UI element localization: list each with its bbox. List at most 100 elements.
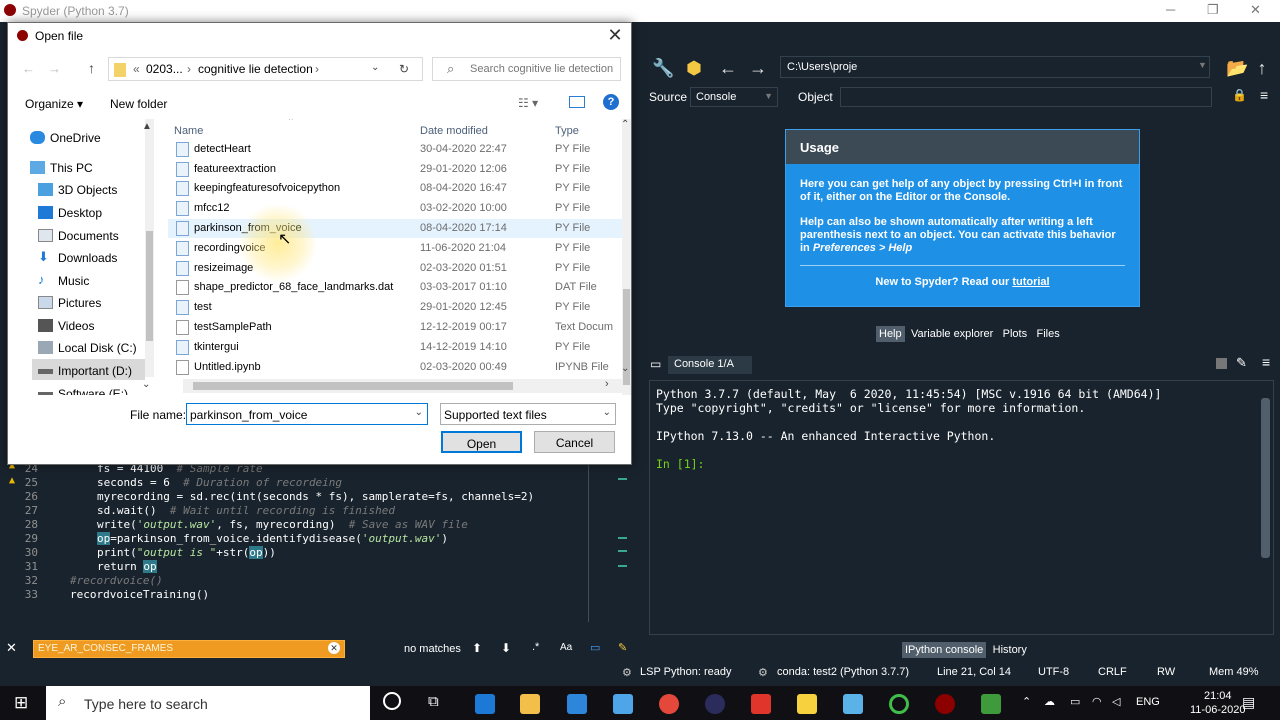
- tab-variable-explorer[interactable]: Variable explorer: [908, 326, 996, 342]
- tray-up-icon[interactable]: ⌃: [1022, 695, 1031, 708]
- dialog-close-button[interactable]: ✕: [605, 25, 625, 45]
- find-previous-icon[interactable]: ⬆: [472, 641, 482, 655]
- object-field[interactable]: [840, 87, 1212, 107]
- wrench-icon[interactable]: 🔧: [652, 58, 674, 78]
- chevron-down-icon[interactable]: ▼: [1198, 60, 1207, 70]
- regex-icon[interactable]: .*: [532, 641, 539, 653]
- close-icon[interactable]: ✕: [6, 640, 17, 656]
- lock-icon[interactable]: 🔒: [1232, 88, 1247, 102]
- chevron-down-icon[interactable]: ⌄: [415, 407, 423, 418]
- eclipse-icon[interactable]: [705, 694, 725, 714]
- file-row[interactable]: testSamplePath 12-12-2019 00:17 Text Docum: [168, 318, 624, 337]
- column-type[interactable]: Type: [555, 125, 579, 137]
- notification-icon[interactable]: ▤: [1242, 694, 1255, 711]
- up-arrow-icon[interactable]: ↑: [1252, 58, 1272, 78]
- breadcrumb-item[interactable]: cognitive lie detection: [198, 62, 313, 76]
- nav-item-local-disk-c[interactable]: Local Disk (C:): [38, 341, 137, 355]
- refresh-icon[interactable]: ↻: [399, 62, 409, 76]
- windows-start-icon[interactable]: ⊞: [14, 693, 28, 713]
- volume-icon[interactable]: ◁: [1112, 695, 1120, 708]
- chevron-down-icon[interactable]: ⌄: [371, 62, 379, 73]
- cancel-button[interactable]: Cancel: [534, 431, 615, 453]
- view-options-icon[interactable]: ☷ ▾: [518, 96, 538, 110]
- eraser-icon[interactable]: ✎: [1236, 355, 1247, 371]
- file-row[interactable]: featureextraction 29-01-2020 12:06 PY File: [168, 160, 624, 179]
- source-select[interactable]: Console ▼: [690, 87, 778, 107]
- case-sensitive-toggle[interactable]: Aa: [560, 642, 572, 653]
- preview-pane-icon[interactable]: [569, 96, 585, 108]
- tray-app-icon[interactable]: ☁: [1044, 695, 1055, 708]
- minimize-icon[interactable]: ─: [1166, 2, 1175, 17]
- scroll-up-icon[interactable]: ▲: [142, 121, 152, 132]
- file-name-input[interactable]: parkinson_from_voice ⌄: [186, 403, 428, 425]
- file-explorer-icon[interactable]: [520, 694, 540, 714]
- highlight-icon[interactable]: ✎: [618, 641, 627, 654]
- whole-word-icon[interactable]: ▭: [590, 641, 600, 654]
- help-icon[interactable]: ?: [603, 94, 619, 110]
- clear-icon[interactable]: ✕: [328, 642, 340, 654]
- task-view-icon[interactable]: ⧉: [428, 693, 439, 710]
- scroll-down-icon[interactable]: ⌄: [621, 363, 629, 374]
- tab-console[interactable]: Console 1/A: [668, 356, 752, 374]
- menu-icon[interactable]: ≡: [1262, 354, 1270, 370]
- nav-item-software-e[interactable]: Software (E:): [38, 387, 128, 395]
- file-list-h-scrollbar[interactable]: [183, 379, 623, 393]
- forward-icon[interactable]: →: [48, 61, 61, 76]
- taskbar-search[interactable]: ⌕ Type here to search: [46, 686, 370, 720]
- up-icon[interactable]: ↑: [88, 60, 95, 76]
- search-input[interactable]: ⌕ Search cognitive lie detection: [432, 57, 621, 81]
- nav-item-desktop[interactable]: Desktop: [38, 206, 102, 220]
- stop-icon[interactable]: [1216, 358, 1227, 369]
- scroll-down-icon[interactable]: ⌄: [142, 379, 150, 390]
- store-icon[interactable]: [567, 694, 587, 714]
- restore-icon[interactable]: ❐: [1207, 2, 1219, 18]
- breadcrumb-overflow[interactable]: «: [133, 62, 140, 76]
- language-indicator[interactable]: ENG: [1136, 696, 1160, 708]
- nav-item-this-pc[interactable]: This PC: [30, 161, 93, 175]
- tab-ipython-console[interactable]: IPython console: [902, 642, 987, 658]
- file-row[interactable]: Untitled.ipynb 02-03-2020 00:49 IPYNB File: [168, 358, 624, 377]
- chrome-icon[interactable]: [659, 694, 679, 714]
- folder-open-icon[interactable]: 📂: [1226, 58, 1248, 78]
- file-type-select[interactable]: Supported text files ⌄: [440, 403, 616, 425]
- console-scrollbar[interactable]: [1261, 398, 1270, 558]
- nav-item-music[interactable]: ♪ Music: [38, 272, 89, 288]
- close-icon[interactable]: ✕: [1250, 2, 1261, 18]
- tab-help[interactable]: Help: [876, 326, 905, 342]
- find-next-icon[interactable]: ⬇: [501, 641, 511, 655]
- console-output[interactable]: Python 3.7.7 (default, May 6 2020, 11:45…: [649, 380, 1274, 635]
- file-list-scrollbar[interactable]: [622, 119, 631, 395]
- file-row-hovered[interactable]: parkinson_from_voice 08-04-2020 17:14 PY F…: [168, 219, 624, 238]
- new-folder-button[interactable]: New folder: [110, 97, 167, 111]
- anydesk-icon[interactable]: [751, 694, 771, 714]
- nav-item-videos[interactable]: Videos: [38, 319, 94, 333]
- scroll-up-icon[interactable]: ⌃: [621, 119, 629, 130]
- refresh-app-icon[interactable]: [889, 694, 909, 714]
- find-input[interactable]: EYE_AR_CONSEC_FRAMES ✕: [33, 640, 345, 658]
- wifi-icon[interactable]: ◠: [1092, 695, 1102, 708]
- spyder-taskbar-icon[interactable]: [935, 694, 955, 714]
- tab-history[interactable]: History: [990, 642, 1030, 658]
- menu-icon[interactable]: ≡: [1260, 87, 1268, 103]
- column-name[interactable]: Name: [174, 125, 203, 137]
- python-icon[interactable]: ⬢: [684, 58, 704, 78]
- nav-item-3d-objects[interactable]: 3D Objects: [38, 183, 117, 197]
- notepad-icon[interactable]: [981, 694, 1001, 714]
- file-row[interactable]: mfcc12 03-02-2020 10:00 PY File: [168, 199, 624, 218]
- nav-item-downloads[interactable]: ⬇ Downloads: [38, 249, 117, 265]
- file-row[interactable]: tkintergui 14-12-2019 14:10 PY File: [168, 338, 624, 357]
- organize-button[interactable]: Organize ▾: [25, 97, 83, 111]
- nav-item-onedrive[interactable]: OneDrive: [30, 131, 101, 145]
- file-row[interactable]: keepingfeaturesofvoicepython 08-04-2020 1…: [168, 179, 624, 198]
- address-bar[interactable]: « 0203... › cognitive lie detection › ⌄ …: [108, 57, 423, 81]
- edge-icon[interactable]: [475, 694, 495, 714]
- nav-item-documents[interactable]: Documents: [38, 229, 119, 243]
- file-row[interactable]: resizeimage 02-03-2020 01:51 PY File: [168, 259, 624, 278]
- sticky-notes-icon[interactable]: [797, 694, 817, 714]
- column-date-modified[interactable]: Date modified: [420, 125, 488, 137]
- back-arrow-icon[interactable]: ←: [718, 58, 738, 78]
- tab-plots[interactable]: Plots: [1000, 326, 1030, 342]
- scroll-right-icon[interactable]: ›: [605, 378, 609, 390]
- file-row[interactable]: recordingvoice 11-06-2020 21:04 PY File: [168, 239, 624, 258]
- cortana-icon[interactable]: [383, 692, 401, 710]
